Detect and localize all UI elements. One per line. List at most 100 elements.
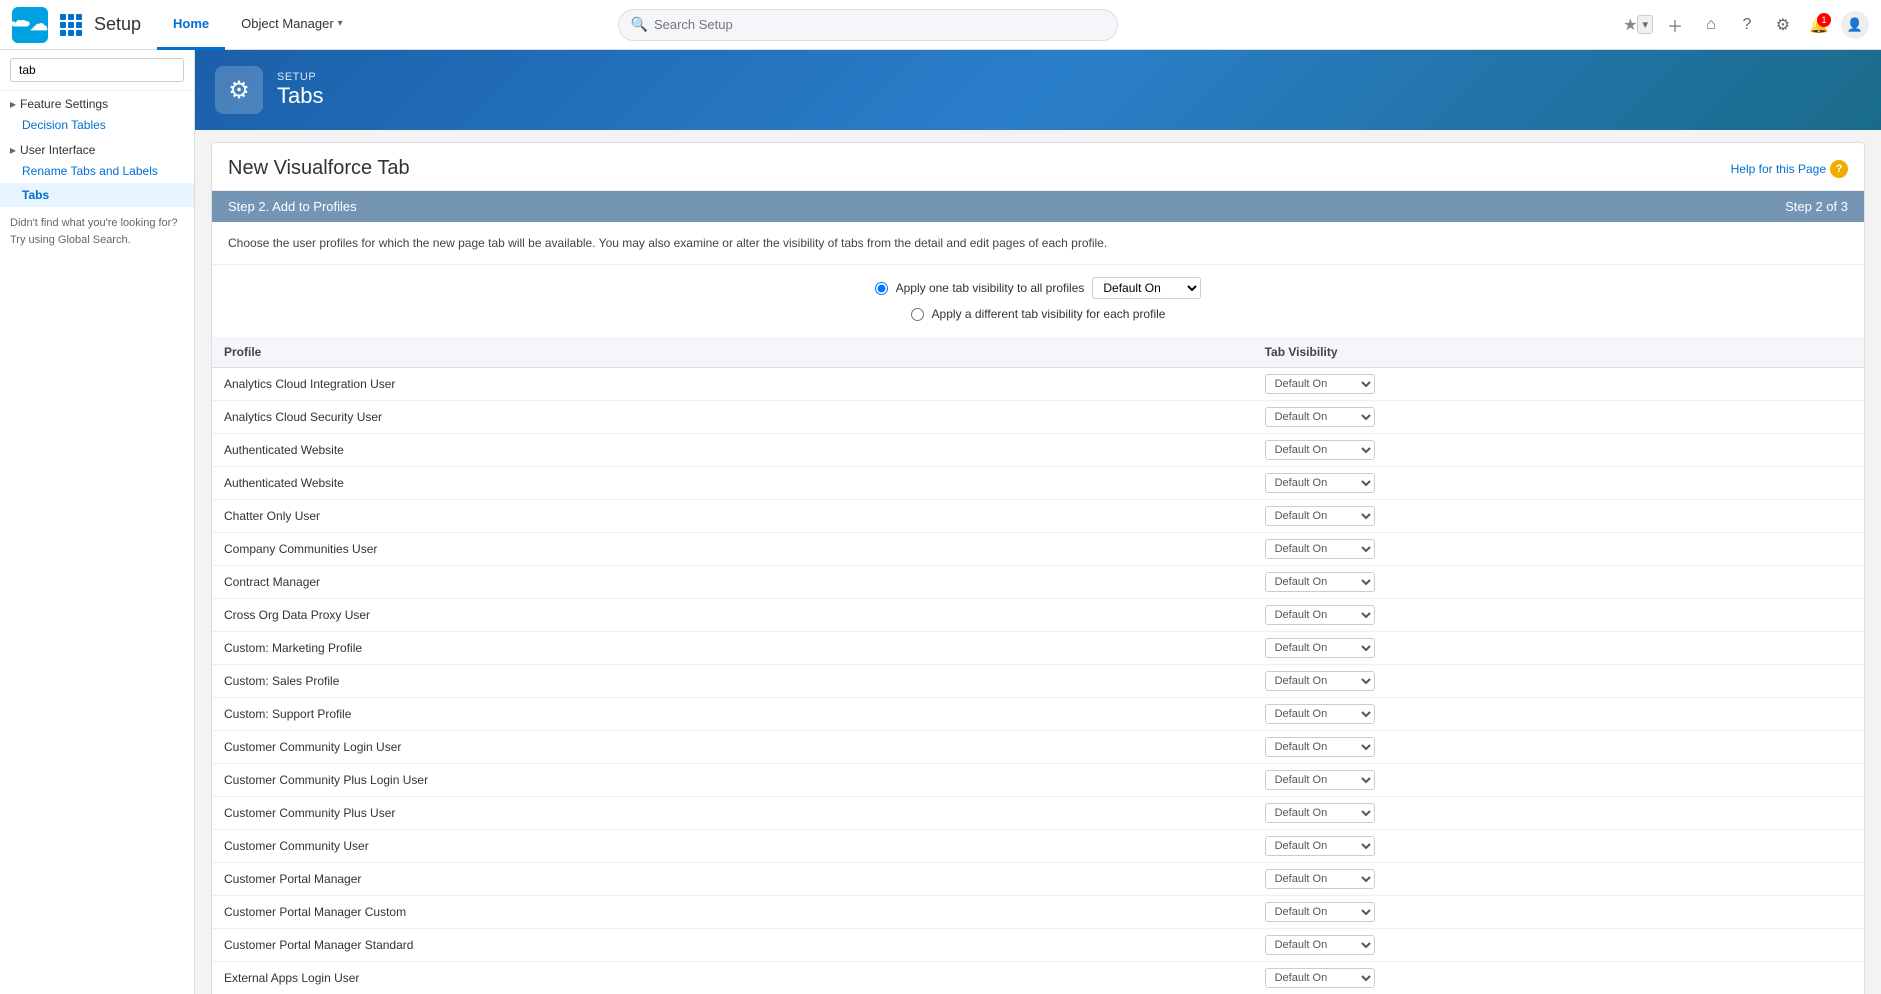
radio-apply-different-label[interactable]: Apply a different tab visibility for eac… [932, 307, 1166, 321]
sidebar-group-user-interface[interactable]: ▸ User Interface [0, 137, 194, 159]
visibility-select[interactable]: Default OnDefault OffTab Hidden [1265, 572, 1375, 592]
visibility-select[interactable]: Default OnDefault OffTab Hidden [1265, 539, 1375, 559]
visibility-select[interactable]: Default OnDefault OffTab Hidden [1265, 737, 1375, 757]
profile-table: Profile Tab Visibility Analytics Cloud I… [212, 337, 1864, 994]
nav-tab-home[interactable]: Home [157, 0, 225, 50]
radio-options: Apply one tab visibility to all profiles… [212, 265, 1864, 337]
table-header: Profile Tab Visibility [212, 337, 1864, 368]
help-icon[interactable]: ? [1733, 11, 1761, 39]
visibility-select[interactable]: Default OnDefault OffTab Hidden [1265, 869, 1375, 889]
help-link-text: Help for this Page [1731, 162, 1826, 176]
table-cell-profile: Analytics Cloud Integration User [212, 368, 1253, 401]
table-row: Customer Community Plus User Default OnDe… [212, 797, 1864, 830]
visibility-select[interactable]: Default OnDefault OffTab Hidden [1265, 704, 1375, 724]
table-cell-visibility: Default OnDefault OffTab Hidden [1253, 599, 1864, 632]
step-label: Step 2. Add to Profiles [228, 199, 357, 214]
table-cell-visibility: Default OnDefault OffTab Hidden [1253, 566, 1864, 599]
main-content: ⚙ SETUP Tabs New Visualforce Tab Help fo… [195, 50, 1881, 994]
settings-icon[interactable]: ⚙ [1769, 11, 1797, 39]
visibility-select[interactable]: Default OnDefault OffTab Hidden [1265, 671, 1375, 691]
visibility-select[interactable]: Default OnDefault OffTab Hidden [1265, 407, 1375, 427]
arrow-icon: ▸ [10, 97, 16, 111]
sidebar-group-feature-settings[interactable]: ▸ Feature Settings [0, 91, 194, 113]
table-cell-visibility: Default OnDefault OffTab Hidden [1253, 896, 1864, 929]
salesforce-logo: ☁ [12, 7, 48, 43]
visibility-select[interactable]: Default OnDefault OffTab Hidden [1265, 638, 1375, 658]
table-row: Customer Community Plus Login User Defaul… [212, 764, 1864, 797]
sidebar-group-feature-settings-label: Feature Settings [20, 97, 108, 111]
search-input[interactable] [654, 17, 1105, 32]
radio-row-apply-different: Apply a different tab visibility for eac… [911, 307, 1166, 321]
table-cell-profile: Authenticated Website [212, 467, 1253, 500]
table-cell-visibility: Default OnDefault OffTab Hidden [1253, 929, 1864, 962]
table-cell-profile: Authenticated Website [212, 434, 1253, 467]
table-row: Authenticated Website Default OnDefault O… [212, 467, 1864, 500]
gear-icon: ⚙ [228, 76, 250, 105]
visibility-select[interactable]: Default OnDefault OffTab Hidden [1265, 440, 1375, 460]
visibility-select[interactable]: Default OnDefault OffTab Hidden [1265, 374, 1375, 394]
sidebar-item-tabs[interactable]: Tabs [0, 183, 194, 207]
table-cell-profile: External Apps Login User [212, 962, 1253, 994]
user-avatar[interactable]: 👤 [1841, 11, 1869, 39]
help-link[interactable]: Help for this Page ? [1731, 160, 1848, 178]
table-row: Custom: Support ProfileDefault OnDefault… [212, 698, 1864, 731]
sidebar-item-rename-tabs[interactable]: Rename Tabs and Labels [0, 159, 194, 183]
page-title-bar: New Visualforce Tab Help for this Page ? [212, 143, 1864, 191]
visibility-select[interactable]: Default OnDefault OffTab Hidden [1265, 605, 1375, 625]
notifications-icon[interactable]: 🔔 1 [1805, 11, 1833, 39]
table-cell-visibility: Default OnDefault OffTab Hidden [1253, 962, 1864, 994]
table-cell-visibility: Default OnDefault OffTab Hidden [1253, 632, 1864, 665]
setup-label-small: SETUP [277, 71, 323, 83]
table-cell-visibility: Default OnDefault OffTab Hidden [1253, 731, 1864, 764]
sidebar-search-input[interactable] [10, 58, 184, 82]
radio-apply-different[interactable] [911, 308, 924, 321]
visibility-select[interactable]: Default OnDefault OffTab Hidden [1265, 473, 1375, 493]
table-cell-profile: Customer Portal Manager [212, 863, 1253, 896]
step-indicator: Step 2 of 3 [1785, 199, 1848, 214]
table-cell-profile: Customer Community Plus Login User [212, 764, 1253, 797]
table-cell-profile: Customer Community Plus User [212, 797, 1253, 830]
app-grid-icon[interactable] [60, 14, 82, 36]
page-header-title: Tabs [277, 83, 323, 109]
table-cell-profile: Chatter Only User [212, 500, 1253, 533]
nav-tab-object-manager[interactable]: Object Manager ▾ [225, 0, 359, 50]
table-cell-profile: Customer Portal Manager Custom [212, 896, 1253, 929]
star-icon[interactable]: ★ [1623, 15, 1637, 35]
radio-row-apply-one: Apply one tab visibility to all profiles… [875, 277, 1202, 299]
table-row: Customer Portal Manager Custom Default On… [212, 896, 1864, 929]
table-cell-visibility: Default OnDefault OffTab Hidden [1253, 830, 1864, 863]
table-cell-visibility: Default OnDefault OffTab Hidden [1253, 434, 1864, 467]
step-header: Step 2. Add to Profiles Step 2 of 3 [212, 191, 1864, 222]
sidebar-item-decision-tables[interactable]: Decision Tables [0, 113, 194, 137]
table-row: Company Communities User Default OnDefaul… [212, 533, 1864, 566]
add-icon[interactable]: ＋ [1661, 11, 1689, 39]
table-row: Custom: Marketing ProfileDefault OnDefau… [212, 632, 1864, 665]
radio-apply-one-label[interactable]: Apply one tab visibility to all profiles [896, 281, 1085, 295]
visibility-select[interactable]: Default OnDefault OffTab Hidden [1265, 803, 1375, 823]
table-row: Contract ManagerDefault OnDefault OffTab… [212, 566, 1864, 599]
visibility-select[interactable]: Default OnDefault OffTab Hidden [1265, 836, 1375, 856]
visibility-select[interactable]: Default OnDefault OffTab Hidden [1265, 770, 1375, 790]
favorites-area: ★ ▾ [1623, 15, 1653, 35]
notification-badge: 1 [1817, 13, 1831, 27]
table-cell-profile: Customer Portal Manager Standard [212, 929, 1253, 962]
favorites-dropdown[interactable]: ▾ [1637, 15, 1653, 34]
top-nav: ☁ Setup Home Object Manager ▾ 🔍 ★ ▾ ＋ ⌂ … [0, 0, 1881, 50]
table-cell-visibility: Default OnDefault OffTab Hidden [1253, 665, 1864, 698]
visibility-select-all[interactable]: Default On Default Off Tab Hidden [1092, 277, 1201, 299]
visibility-select[interactable]: Default OnDefault OffTab Hidden [1265, 506, 1375, 526]
visibility-select[interactable]: Default OnDefault OffTab Hidden [1265, 902, 1375, 922]
radio-apply-one[interactable] [875, 282, 888, 295]
sidebar-group-user-interface-label: User Interface [20, 143, 95, 157]
table-row: Analytics Cloud Security UserDefault OnD… [212, 401, 1864, 434]
table-cell-profile: Company Communities User [212, 533, 1253, 566]
visibility-select[interactable]: Default OnDefault OffTab Hidden [1265, 935, 1375, 955]
table-row: Chatter Only User Default OnDefault OffTa… [212, 500, 1864, 533]
right-icons: ★ ▾ ＋ ⌂ ? ⚙ 🔔 1 👤 [1623, 11, 1869, 39]
table-cell-visibility: Default OnDefault OffTab Hidden [1253, 401, 1864, 434]
arrow-icon-2: ▸ [10, 143, 16, 157]
visibility-select[interactable]: Default OnDefault OffTab Hidden [1265, 968, 1375, 988]
page-header-icon: ⚙ [215, 66, 263, 114]
home-icon[interactable]: ⌂ [1697, 11, 1725, 39]
page-layout: ▸ Feature Settings Decision Tables ▸ Use… [0, 50, 1881, 994]
